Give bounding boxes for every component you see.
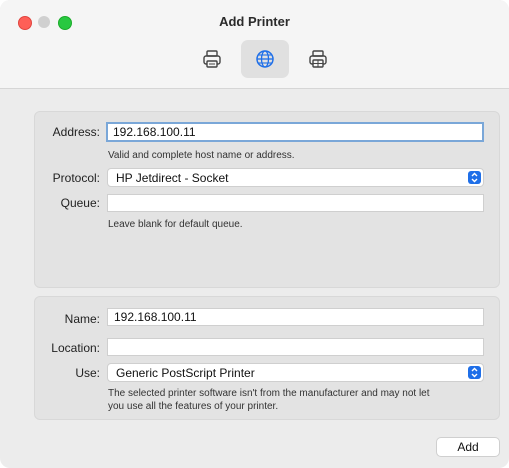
chevron-updown-icon (468, 366, 481, 379)
add-button[interactable]: Add (436, 437, 500, 457)
titlebar: Add Printer (0, 0, 509, 89)
queue-field[interactable] (107, 194, 484, 212)
globe-icon (256, 50, 274, 68)
windows-printer-icon (309, 50, 327, 68)
add-printer-window: Add Printer Address: 192.168.100.11 Vali… (0, 0, 509, 468)
queue-label: Queue: (60, 196, 100, 210)
toolbar-ip-button[interactable] (241, 40, 289, 78)
address-field[interactable] (106, 122, 484, 142)
name-field[interactable] (107, 308, 484, 326)
default-printer-icon (203, 50, 221, 68)
address-hint: Valid and complete host name or address. (108, 150, 295, 161)
queue-hint: Leave blank for default queue. (108, 219, 243, 230)
use-hint-line2: you use all the features of your printer… (108, 401, 279, 412)
use-popup[interactable]: Generic PostScript Printer (107, 363, 484, 382)
protocol-value: HP Jetdirect - Socket (116, 171, 229, 185)
address-label: Address: (52, 125, 100, 139)
use-value: Generic PostScript Printer (116, 366, 255, 380)
toolbar-windows-button[interactable] (294, 40, 342, 78)
protocol-popup[interactable]: HP Jetdirect - Socket (107, 168, 484, 187)
chevron-updown-icon (468, 171, 481, 184)
toolbar-default-button[interactable] (188, 40, 236, 78)
location-label: Location: (51, 341, 100, 355)
location-field[interactable] (107, 338, 484, 356)
use-hint-line1: The selected printer software isn't from… (108, 388, 430, 399)
window-title: Add Printer (219, 14, 290, 29)
protocol-label: Protocol: (52, 171, 100, 185)
name-label: Name: (64, 312, 100, 326)
use-label: Use: (75, 366, 100, 380)
